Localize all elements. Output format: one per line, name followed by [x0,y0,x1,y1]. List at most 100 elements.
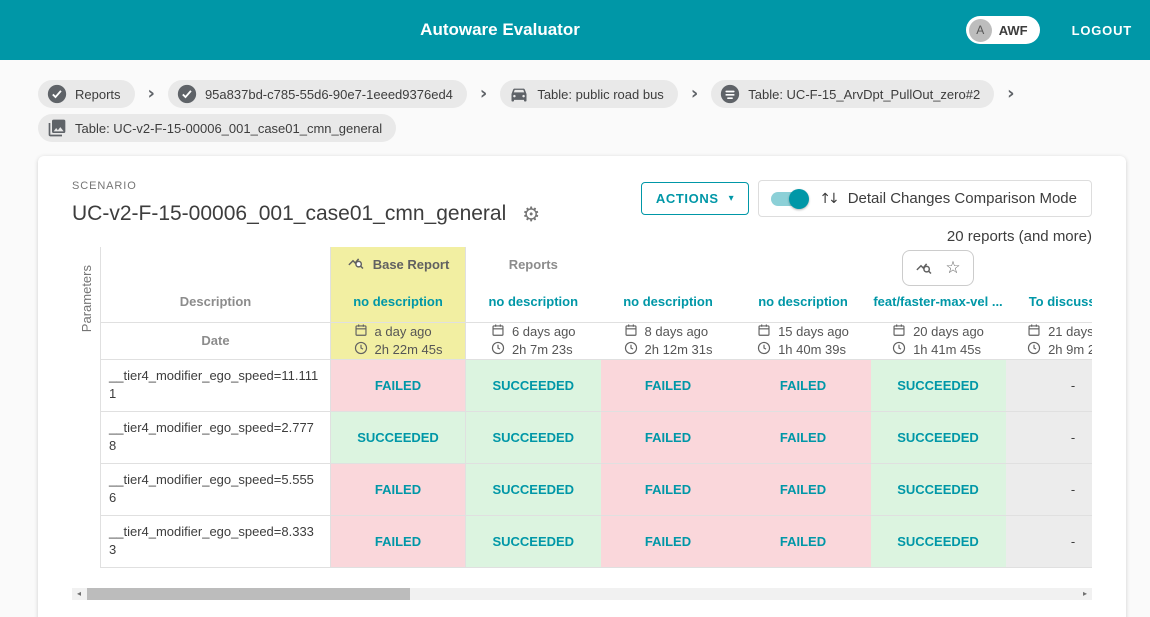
date-header: Date [101,333,330,348]
report-date-cell: 6 days ago2h 7m 23s [466,322,601,359]
status-cell[interactable]: SUCCEEDED [871,359,1006,411]
results-table: Base ReportReports☆Descriptionno descrip… [100,247,1092,568]
report-date: 20 days ago [913,323,984,340]
report-description-link[interactable]: To discuss Ob [1006,294,1093,309]
date-header-cell: Date [101,322,331,359]
report-description-cell: To discuss Ob [1006,281,1093,322]
comparison-mode-toggle[interactable] [771,189,807,209]
reports-group-label: Reports [466,257,601,272]
report-description-cell: feat/faster-max-vel ... [871,281,1006,322]
status-cell[interactable]: FAILED [601,515,736,567]
table-description-row: Descriptionno descriptionno descriptionn… [101,281,1093,322]
status-cell[interactable]: SUCCEEDED [871,463,1006,515]
breadcrumb-item[interactable]: Table: public road bus [500,80,677,108]
report-description-link[interactable]: feat/faster-max-vel ... [871,294,1006,309]
breadcrumb-separator-icon: › [480,85,487,103]
status-cell[interactable]: FAILED [331,463,466,515]
report-description-link[interactable]: no description [466,294,601,309]
empty-result-cell: - [1006,359,1093,411]
timeline-search-icon [347,254,365,275]
clock-icon [892,341,906,359]
report-duration: 2h 12m 31s [645,341,713,358]
breadcrumb: Reports › 95a837bd-c785-55d6-90e7-1eeed937… [0,60,1150,152]
breadcrumb-label: Table: UC-F-15_ArvDpt_PullOut_zero#2 [748,87,980,102]
base-date-cell: a day ago2h 22m 45s [331,322,466,359]
status-cell[interactable]: SUCCEEDED [466,463,601,515]
scenario-header: SCENARIO UC-v2-F-15-00006_001_case01_cmn… [72,180,1092,245]
table-row: __tier4_modifier_ego_speed=2.7778SUCCEED… [101,411,1093,463]
comparison-mode-box: ↑↓ Detail Changes Comparison Mode [758,180,1092,217]
report-group-cell [1006,247,1093,281]
status-cell[interactable]: SUCCEEDED [871,411,1006,463]
scenario-card: SCENARIO UC-v2-F-15-00006_001_case01_cmn… [38,156,1126,617]
status-cell[interactable]: FAILED [601,411,736,463]
user-chip[interactable]: A AWF [966,16,1040,44]
base-report-label: Base Report [373,257,450,272]
spacer-cell [101,247,331,281]
breadcrumb-separator-icon: › [148,85,155,103]
table-row: __tier4_modifier_ego_speed=8.3333FAILEDS… [101,515,1093,567]
status-cell[interactable]: SUCCEEDED [871,515,1006,567]
report-date-cell: 20 days ago1h 41m 45s [871,322,1006,359]
scroll-right-button[interactable]: ▸ [1078,588,1092,600]
status-cell[interactable]: FAILED [736,359,871,411]
scroll-left-button[interactable]: ◂ [72,588,86,600]
breadcrumb-item[interactable]: 95a837bd-c785-55d6-90e7-1eeed9376ed4 [168,80,467,108]
breadcrumb-item[interactable]: Table: UC-v2-F-15-00006_001_case01_cmn_g… [38,114,396,142]
star-icon[interactable]: ☆ [945,260,960,277]
status-cell[interactable]: FAILED [601,359,736,411]
report-description-link[interactable]: no description [601,294,736,309]
status-cell[interactable]: FAILED [736,463,871,515]
report-description-link[interactable]: no description [331,294,465,309]
road-icon [720,84,740,104]
status-cell[interactable]: FAILED [601,463,736,515]
horizontal-scrollbar[interactable]: ◂ ▸ [72,588,1092,600]
report-date-cell: 15 days ago1h 40m 39s [736,322,871,359]
status-cell[interactable]: FAILED [736,515,871,567]
report-date-cell: 21 days ago2h 9m 2 [1006,322,1093,359]
report-tools: ☆ [902,250,974,286]
status-cell[interactable]: FAILED [736,411,871,463]
clock-icon [354,341,368,359]
breadcrumb-label: Table: UC-v2-F-15-00006_001_case01_cmn_g… [75,121,382,136]
report-group-cell [601,247,736,281]
table-date-row: Datea day ago2h 22m 45s6 days ago2h 7m 2… [101,322,1093,359]
base-report-header: Base Report [331,247,466,281]
breadcrumb-item[interactable]: Reports [38,80,135,108]
calendar-icon [354,323,368,341]
report-description-link[interactable]: no description [736,294,871,309]
page-title: UC-v2-F-15-00006_001_case01_cmn_general [72,202,506,226]
breadcrumb-label: Table: public road bus [537,87,663,102]
check-circle-icon [47,84,67,104]
scenario-title-block: SCENARIO UC-v2-F-15-00006_001_case01_cmn… [72,180,540,226]
report-chart-button[interactable] [915,259,933,277]
status-cell[interactable]: FAILED [331,359,466,411]
logout-button[interactable]: LOGOUT [1072,23,1132,38]
clock-icon [1027,341,1041,359]
parameter-cell: __tier4_modifier_ego_speed=11.1111 [101,359,331,411]
status-cell[interactable]: SUCCEEDED [331,411,466,463]
bus-icon [509,84,529,104]
comparison-mode-label: Detail Changes Comparison Mode [848,190,1077,207]
actions-button[interactable]: ACTIONS ▾ [641,182,749,215]
status-cell[interactable]: SUCCEEDED [466,515,601,567]
status-cell[interactable]: FAILED [331,515,466,567]
breadcrumb-item[interactable]: Table: UC-F-15_ArvDpt_PullOut_zero#2 [711,80,994,108]
report-description-cell: no description [466,281,601,322]
scenario-controls: ACTIONS ▾ ↑↓ Detail Changes Comparison M… [641,180,1092,245]
clock-icon [624,341,638,359]
gear-icon[interactable]: ⚙ [522,204,540,224]
table-viewport: Base ReportReports☆Descriptionno descrip… [100,247,1092,568]
description-header: Description [101,294,330,309]
check-circle-icon [177,84,197,104]
status-cell[interactable]: SUCCEEDED [466,411,601,463]
table-row: __tier4_modifier_ego_speed=5.5556FAILEDS… [101,463,1093,515]
scrollbar-thumb[interactable] [87,588,410,600]
calendar-icon [624,323,638,341]
status-cell[interactable]: SUCCEEDED [466,359,601,411]
empty-result-cell: - [1006,463,1093,515]
row-axis: Parameters [72,247,100,568]
report-group-cell: ☆ [871,247,1006,281]
report-duration: 1h 41m 45s [913,341,981,358]
report-duration: 2h 7m 23s [512,341,573,358]
